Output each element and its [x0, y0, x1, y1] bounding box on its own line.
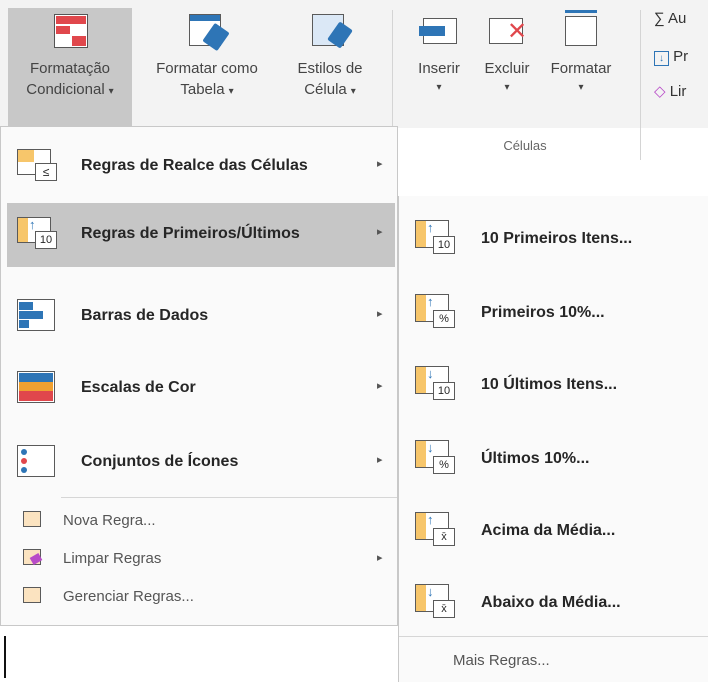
menu-item-new-rule[interactable]: Nova Regra...: [7, 503, 395, 539]
autosum-label: ∑ Au: [654, 10, 687, 27]
conditional-format-icon: [48, 12, 92, 52]
format-as-table-label-2: Tabela: [180, 81, 225, 98]
new-rule-icon: [23, 511, 43, 529]
top-bottom-rules-submenu: ↑ 10 10 Primeiros Itens... ↑ % Primeiros…: [398, 196, 708, 682]
fill-button[interactable]: ↓ Pr: [654, 48, 688, 66]
menu-item-label: Regras de Primeiros/Últimos: [81, 225, 300, 242]
chevron-down-icon: ▾: [228, 86, 234, 97]
submenu-item-label: 10 Primeiros Itens...: [481, 230, 633, 247]
top-10-items-icon: ↑ 10: [415, 220, 459, 258]
icon-sets-icon: [17, 445, 61, 481]
submenu-item-label: Últimos 10%...: [481, 450, 590, 467]
text-cursor: [4, 636, 6, 678]
bottom-10-percent-icon: ↓ %: [415, 440, 459, 478]
chevron-right-icon: ▸: [377, 454, 383, 466]
ribbon-divider: [640, 10, 641, 160]
conditional-formatting-label-2: Condicional: [26, 81, 105, 98]
icon-badge: x̄: [433, 600, 455, 618]
conditional-formatting-menu: ≤ Regras de Realce das Células ▸ ↑ 10 Re…: [0, 126, 398, 626]
insert-label: Inserir: [418, 60, 460, 77]
format-cells-icon: [559, 10, 603, 52]
format-as-table-icon: [185, 12, 230, 52]
format-as-table-label-1: Formatar como: [156, 60, 258, 77]
format-button[interactable]: Formatar ▾: [540, 8, 622, 97]
chevron-right-icon: ▸: [377, 380, 383, 392]
submenu-item-above-average[interactable]: ↑ x̄ Acima da Média...: [407, 498, 703, 562]
menu-item-clear-rules[interactable]: Limpar Regras ▸: [7, 541, 395, 577]
menu-item-icon-sets[interactable]: Conjuntos de Ícones ▸: [7, 431, 395, 495]
submenu-divider: [399, 636, 708, 637]
manage-rules-icon: [23, 587, 43, 605]
chevron-down-icon: ▾: [436, 82, 442, 93]
ribbon: Formatação Condicional ▾ Formatar como Ta…: [0, 0, 708, 160]
conditional-formatting-label-1: Formatação: [29, 60, 111, 77]
submenu-item-top-10-percent[interactable]: ↑ % Primeiros 10%...: [407, 280, 703, 344]
submenu-item-label: Primeiros 10%...: [481, 304, 605, 321]
more-rules-button[interactable]: Mais Regras...: [453, 652, 550, 669]
color-scales-icon: [17, 371, 61, 407]
chevron-right-icon: ▸: [377, 226, 383, 238]
chevron-down-icon: ▾: [350, 86, 356, 97]
menu-item-color-scales[interactable]: Escalas de Cor ▸: [7, 357, 395, 421]
submenu-item-bottom-10-percent[interactable]: ↓ % Últimos 10%...: [407, 426, 703, 490]
menu-item-data-bars[interactable]: Barras de Dados ▸: [7, 285, 395, 349]
menu-item-label: Nova Regra...: [63, 512, 156, 529]
conditional-formatting-button[interactable]: Formatação Condicional ▾: [8, 8, 132, 128]
format-as-table-button[interactable]: Formatar como Tabela ▾: [134, 8, 280, 102]
submenu-item-label: 10 Últimos Itens...: [481, 376, 618, 393]
insert-button[interactable]: Inserir ▾: [404, 8, 474, 97]
insert-cells-icon: [417, 12, 461, 52]
format-label: Formatar: [550, 60, 612, 77]
menu-item-top-bottom-rules[interactable]: ↑ 10 Regras de Primeiros/Últimos ▸: [7, 203, 395, 267]
top-bottom-rules-icon: ↑ 10: [17, 217, 61, 253]
delete-button[interactable]: ✕ Excluir ▾: [474, 8, 540, 97]
fill-label: Pr: [673, 48, 689, 65]
delete-cells-icon: ✕: [485, 12, 529, 52]
chevron-down-icon: ▾: [578, 82, 584, 93]
submenu-item-top-10-items[interactable]: ↑ 10 10 Primeiros Itens...: [407, 206, 703, 270]
chevron-right-icon: ▸: [377, 158, 383, 170]
clear-label: Lir: [669, 83, 687, 100]
fill-icon: ↓: [654, 51, 669, 66]
clear-button[interactable]: ◇ Lir: [654, 82, 686, 100]
above-average-icon: ↑ x̄: [415, 512, 459, 550]
menu-divider: [61, 497, 397, 498]
highlight-cells-rules-icon: ≤: [17, 149, 61, 185]
menu-item-label: Limpar Regras: [63, 550, 162, 567]
bottom-10-items-icon: ↓ 10: [415, 366, 459, 404]
menu-item-label: Escalas de Cor: [81, 379, 196, 396]
clear-rules-icon: [23, 549, 43, 567]
icon-badge: 10: [433, 236, 455, 254]
delete-label: Excluir: [484, 60, 530, 77]
chevron-right-icon: ▸: [377, 552, 383, 564]
menu-item-highlight-cells-rules[interactable]: ≤ Regras de Realce das Células ▸: [7, 135, 395, 199]
cell-styles-label-2: Célula: [304, 81, 347, 98]
cell-styles-button[interactable]: Estilos de Célula ▾: [282, 8, 378, 102]
submenu-item-below-average[interactable]: ↓ x̄ Abaixo da Média...: [407, 570, 703, 634]
menu-item-label: Barras de Dados: [81, 307, 209, 324]
top-10-percent-icon: ↑ %: [415, 294, 459, 332]
autosum-button[interactable]: ∑ Au: [654, 10, 686, 27]
menu-item-manage-rules[interactable]: Gerenciar Regras...: [7, 579, 395, 615]
submenu-item-label: Acima da Média...: [481, 522, 616, 539]
eraser-icon: ◇: [654, 83, 666, 100]
data-bars-icon: [17, 299, 61, 335]
icon-badge: %: [433, 310, 455, 328]
chevron-right-icon: ▸: [377, 308, 383, 320]
cell-styles-icon: [308, 12, 353, 52]
chevron-down-icon: ▾: [108, 86, 114, 97]
group-label-cells: Células: [503, 138, 547, 153]
icon-badge: %: [433, 456, 455, 474]
cell-styles-label-1: Estilos de: [297, 60, 363, 77]
below-average-icon: ↓ x̄: [415, 584, 459, 622]
icon-badge: x̄: [433, 528, 455, 546]
menu-item-label: Gerenciar Regras...: [63, 588, 194, 605]
menu-item-label: Conjuntos de Ícones: [81, 453, 239, 470]
menu-item-label: Regras de Realce das Células: [81, 157, 308, 174]
icon-badge: 10: [433, 382, 455, 400]
submenu-item-bottom-10-items[interactable]: ↓ 10 10 Últimos Itens...: [407, 352, 703, 416]
chevron-down-icon: ▾: [504, 82, 510, 93]
submenu-item-label: Abaixo da Média...: [481, 594, 621, 611]
